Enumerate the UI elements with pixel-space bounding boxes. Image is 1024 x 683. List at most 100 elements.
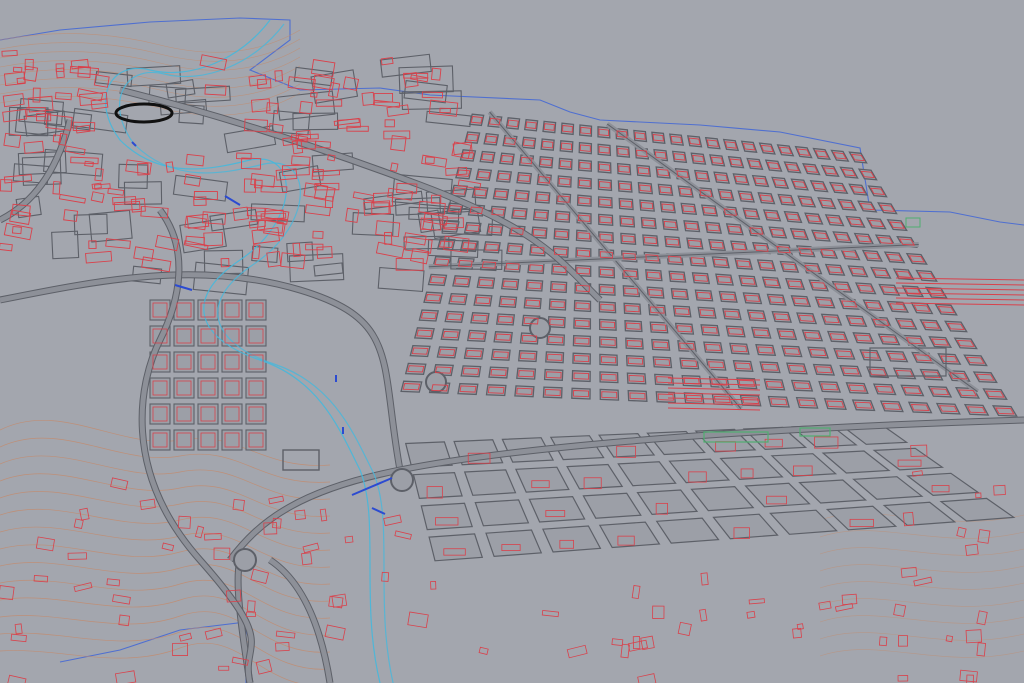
- building-outline: [324, 624, 346, 641]
- city-block: [811, 229, 831, 242]
- building-outline: [275, 641, 290, 652]
- building-outline: [375, 241, 405, 259]
- city-block: [463, 347, 485, 360]
- city-block: [991, 405, 1018, 417]
- building-outline: [141, 256, 172, 273]
- city-plan-perspective-view[interactable]: [0, 0, 1024, 683]
- city-block: [885, 350, 909, 363]
- building-outline: [993, 484, 1006, 496]
- building-outline: [312, 169, 341, 177]
- city-block: [597, 178, 613, 192]
- building-outline: [291, 155, 311, 167]
- roundabout: [390, 468, 414, 492]
- city-block: [809, 180, 829, 193]
- city-block: [690, 485, 755, 512]
- city-block: [573, 317, 592, 330]
- city-block: [839, 248, 861, 261]
- building-outline: [161, 542, 175, 552]
- city-block: [474, 499, 530, 527]
- city-block: [953, 337, 978, 350]
- city-block: [804, 212, 824, 225]
- city-block: [783, 161, 802, 174]
- city-block: [517, 350, 538, 363]
- city-block: [428, 533, 484, 562]
- city-block: [553, 228, 570, 241]
- city-block: [572, 334, 592, 348]
- building-outline: [977, 529, 991, 544]
- city-block: [649, 321, 669, 334]
- city-block: [599, 388, 620, 401]
- city-block: [655, 517, 720, 544]
- city-block: [488, 366, 509, 379]
- city-block: [963, 403, 990, 416]
- city-block: [646, 286, 665, 299]
- building-outline: [139, 498, 156, 510]
- building-outline: [424, 156, 435, 165]
- building-outline: [55, 63, 65, 72]
- city-block: [882, 501, 957, 527]
- contour-line: [819, 581, 1024, 590]
- building-outline: [2, 108, 27, 123]
- city-block: [460, 365, 482, 378]
- building-outline: [54, 92, 72, 101]
- city-block: [719, 455, 784, 481]
- building-outline: [274, 70, 283, 82]
- city-block: [118, 163, 149, 190]
- city-block: [771, 176, 790, 189]
- city-block: [619, 215, 636, 228]
- building-outline: [85, 250, 113, 264]
- city-block: [894, 317, 918, 330]
- city-block: [919, 319, 943, 332]
- building-outline: [677, 621, 692, 637]
- city-block: [598, 266, 616, 279]
- city-block: [848, 183, 869, 196]
- building-outline: [430, 581, 437, 590]
- city-block: [905, 252, 928, 265]
- city-block: [627, 389, 648, 402]
- building-outline: [246, 611, 256, 618]
- city-block: [516, 367, 537, 380]
- city-block: [597, 143, 612, 157]
- building-outline: [178, 632, 193, 642]
- building-outline: [390, 162, 399, 172]
- city-block: [928, 336, 953, 349]
- city-block: [798, 479, 868, 504]
- building-outline: [976, 642, 987, 657]
- building-outline: [275, 630, 296, 639]
- contour-line: [0, 642, 300, 683]
- building-outline: [91, 182, 102, 190]
- city-block: [579, 124, 593, 137]
- row-housing: [895, 297, 1024, 301]
- city-block: [578, 159, 592, 172]
- city-block: [910, 302, 934, 315]
- city-block: [794, 145, 813, 159]
- city-block: [543, 368, 564, 381]
- city-block: [625, 355, 646, 368]
- city-block: [573, 299, 592, 313]
- city-block: [251, 245, 279, 264]
- city-block: [751, 174, 770, 188]
- contour-line: [819, 615, 1024, 624]
- building-outline: [394, 530, 412, 540]
- building-outline: [194, 525, 205, 539]
- city-block: [812, 147, 832, 161]
- city-block: [651, 338, 671, 351]
- city-block: [837, 198, 858, 211]
- city-block: [790, 178, 809, 191]
- building-outline: [541, 610, 560, 618]
- city-block: [495, 313, 516, 326]
- plaza: [282, 449, 320, 471]
- building-outline: [232, 206, 249, 221]
- city-block: [493, 331, 513, 344]
- building-outline: [64, 145, 86, 156]
- building-outline: [893, 603, 907, 617]
- city-block: [681, 374, 702, 387]
- building-outline: [945, 635, 954, 643]
- city-block: [554, 210, 571, 223]
- building-outline: [352, 191, 375, 202]
- cad-3d-viewport[interactable]: [0, 0, 1024, 683]
- building-outline: [255, 658, 273, 675]
- building-outline: [959, 669, 978, 683]
- city-block: [557, 175, 572, 188]
- city-block: [712, 513, 779, 540]
